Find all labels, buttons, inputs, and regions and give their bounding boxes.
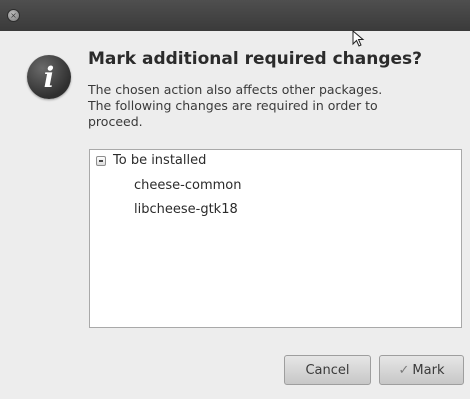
checkmark-icon: ✓ (398, 362, 410, 378)
message-line: The chosen action also affects other pac… (88, 82, 383, 97)
tree-group-to-be-installed[interactable]: To be installed (96, 153, 206, 168)
title-bar[interactable]: × (0, 0, 470, 31)
cancel-button-label: Cancel (305, 362, 350, 378)
changes-tree[interactable]: To be installed cheese-common libcheese-… (89, 149, 462, 328)
mark-button-label: Mark (412, 362, 445, 378)
message-line: proceed. (88, 114, 143, 129)
cancel-button[interactable]: Cancel (284, 355, 371, 385)
collapse-icon[interactable] (96, 155, 106, 166)
mark-button[interactable]: ✓ Mark (379, 355, 464, 385)
info-icon: i (27, 55, 71, 99)
dialog-window: × i Mark additional required changes? Th… (0, 0, 470, 399)
message-line: The following changes are required in or… (88, 98, 378, 113)
dialog-title: Mark additional required changes? (88, 49, 423, 69)
tree-item[interactable]: cheese-common (134, 178, 241, 193)
tree-item[interactable]: libcheese-gtk18 (134, 202, 238, 217)
close-icon[interactable]: × (7, 9, 20, 22)
tree-group-label: To be installed (113, 153, 207, 168)
dialog-message: The chosen action also affects other pac… (88, 82, 428, 130)
mouse-pointer-icon (352, 30, 365, 47)
